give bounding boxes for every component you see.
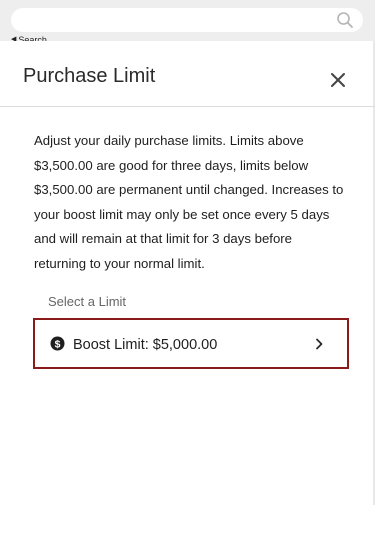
- close-icon: [331, 73, 345, 87]
- chevron-right-icon: [316, 338, 323, 350]
- sheet-header: Purchase Limit: [0, 41, 375, 107]
- search-icon[interactable]: [336, 11, 354, 29]
- boost-limit-label: Boost Limit: $5,000.00: [73, 337, 218, 353]
- search-field[interactable]: [11, 8, 363, 32]
- page-title: Purchase Limit: [23, 65, 156, 87]
- select-limit-label: Select a Limit: [48, 294, 127, 309]
- browser-topbar: ◀ Search: [0, 0, 375, 45]
- dollar-circle-icon: $: [50, 336, 65, 351]
- boost-limit-option[interactable]: $ Boost Limit: $5,000.00: [33, 318, 349, 369]
- close-button[interactable]: [326, 68, 350, 92]
- purchase-limit-sheet: Purchase Limit Adjust your daily purchas…: [0, 41, 375, 535]
- limit-description: Adjust your daily purchase limits. Limit…: [34, 133, 344, 271]
- svg-text:$: $: [55, 338, 61, 350]
